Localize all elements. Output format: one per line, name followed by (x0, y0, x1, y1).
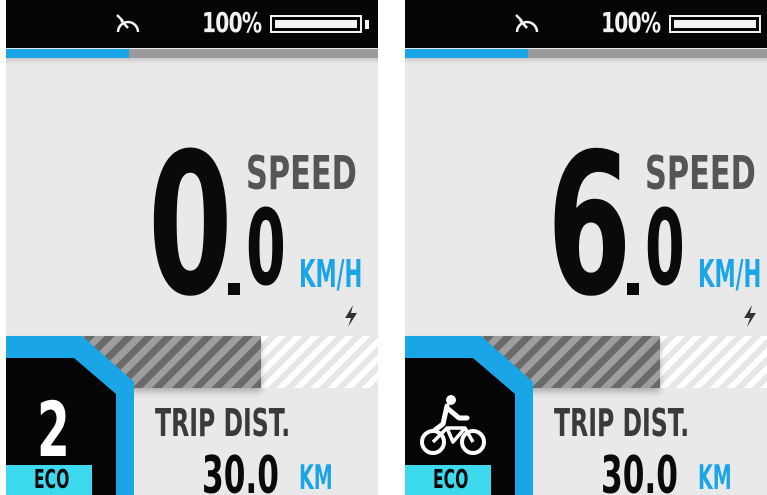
speed-integer: 0 (148, 112, 233, 340)
battery-fill (674, 20, 756, 28)
speed-unit: KM/H (299, 252, 363, 296)
display-screen-1: 100% SPEED 0 0 KM/H 2 ECO TRIP DIST. 30.… (6, 0, 378, 495)
progress-fill (6, 49, 129, 58)
progress-track (405, 49, 767, 58)
speed-decimal-point (228, 283, 240, 295)
battery-tip (365, 20, 369, 29)
progress-track (6, 49, 378, 58)
eco-mode-label: ECO (34, 465, 70, 495)
display-screen-2: 100% SPEED 6 0 KM/H ECO TRIP DIST. 30.0 … (405, 0, 767, 495)
speed-integer: 6 (547, 112, 632, 340)
walk-assist-icon (420, 395, 486, 455)
speedometer-icon (116, 14, 140, 33)
battery-icon (669, 15, 761, 33)
eco-mode-label: ECO (433, 465, 469, 495)
trip-distance-unit: KM (698, 458, 732, 495)
shadow-band (6, 58, 378, 64)
bolt-icon (345, 305, 357, 327)
speed-decimal: 0 (645, 187, 685, 309)
speed-unit: KM/H (698, 252, 762, 296)
trip-distance-value: 30.0 (601, 446, 678, 495)
progress-fill (405, 49, 528, 58)
battery-fill (275, 20, 357, 28)
battery-percent: 100% (202, 6, 262, 39)
shadow-band (405, 58, 767, 64)
trip-distance-value: 30.0 (202, 446, 279, 495)
speed-decimal: 0 (246, 187, 286, 309)
battery-icon (270, 15, 362, 33)
trip-distance-label: TRIP DIST. (155, 401, 291, 445)
trip-distance-label: TRIP DIST. (554, 401, 690, 445)
speed-decimal-point (627, 283, 639, 295)
battery-percent: 100% (601, 6, 661, 39)
speedometer-icon (515, 14, 539, 33)
bolt-icon (744, 305, 756, 327)
trip-distance-unit: KM (299, 458, 333, 495)
assist-level-number: 2 (37, 385, 70, 474)
